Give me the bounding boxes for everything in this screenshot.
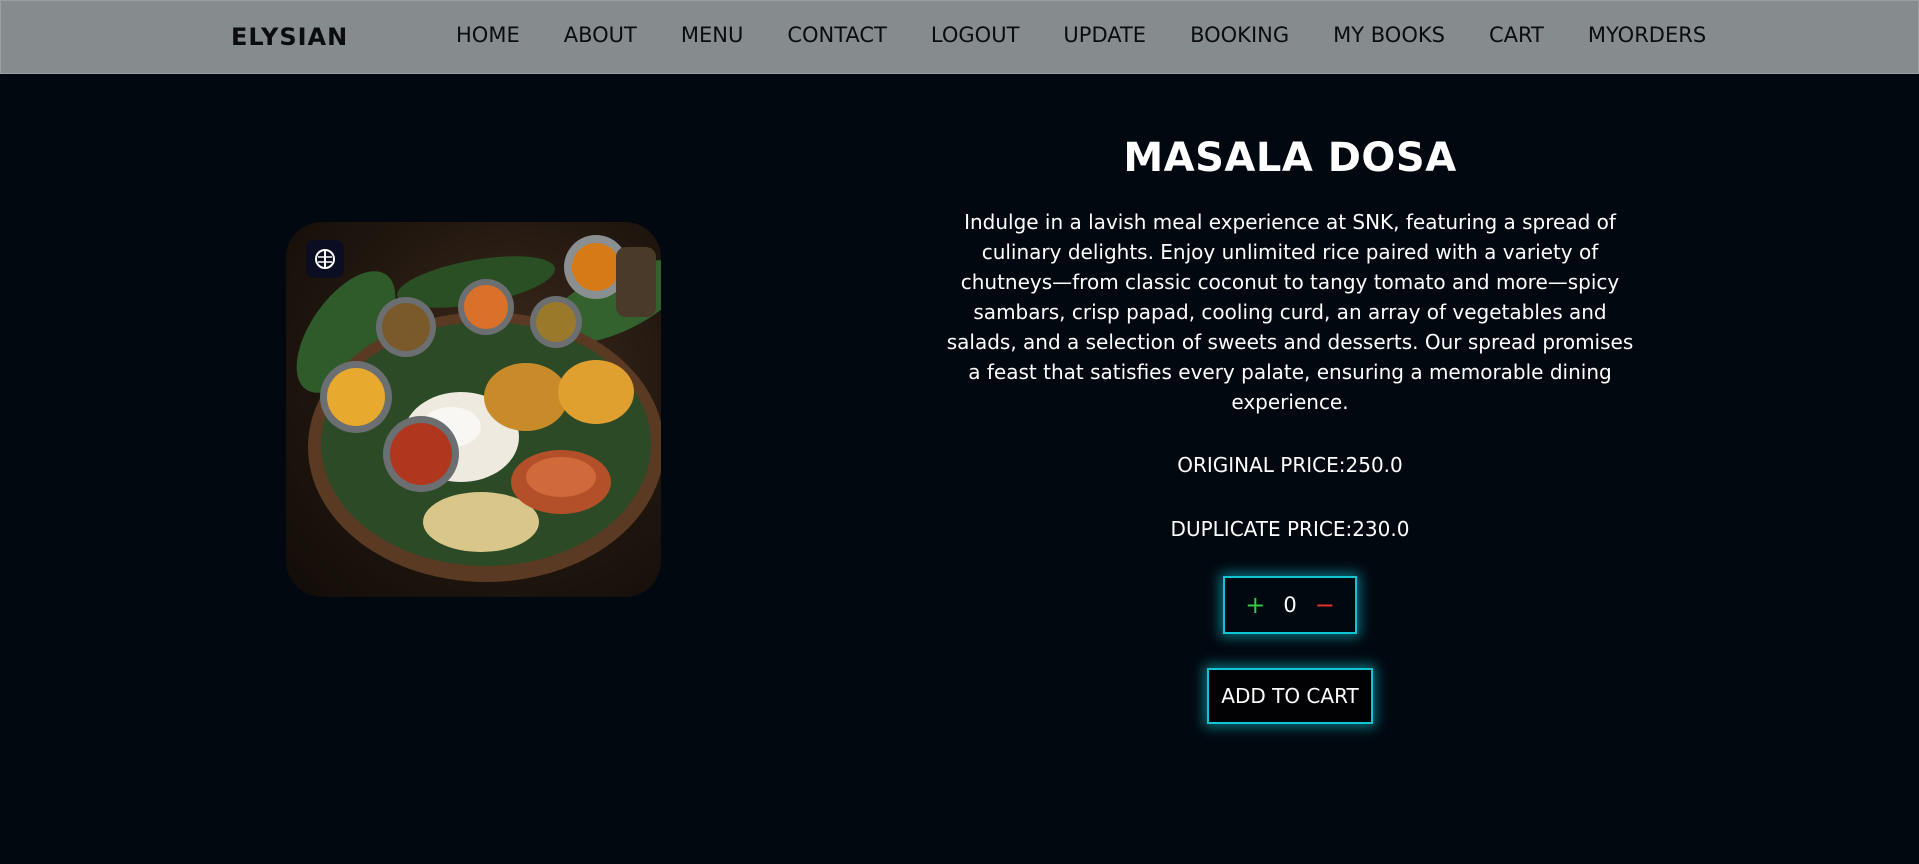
duplicate-price: DUPLICATE PRICE:230.0 <box>1170 517 1410 541</box>
nav-about[interactable]: ABOUT <box>564 23 637 47</box>
nav-myorders[interactable]: MYORDERS <box>1588 23 1706 47</box>
nav-logout[interactable]: LOGOUT <box>931 23 1019 47</box>
nav-menu[interactable]: MENU <box>681 23 743 47</box>
nav-home[interactable]: HOME <box>456 23 520 47</box>
original-price: ORIGINAL PRICE:250.0 <box>1177 453 1403 477</box>
image-badge-icon[interactable] <box>306 240 344 278</box>
product-details: MASALA DOSA Indulge in a lavish meal exp… <box>940 135 1640 724</box>
quantity-value: 0 <box>1283 593 1297 617</box>
nav-update[interactable]: UPDATE <box>1063 23 1146 47</box>
product-title: MASALA DOSA <box>1123 135 1457 181</box>
plus-icon[interactable]: + <box>1245 591 1265 619</box>
nav-booking[interactable]: BOOKING <box>1190 23 1289 47</box>
nav-contact[interactable]: CONTACT <box>787 23 887 47</box>
nav-links: HOME ABOUT MENU CONTACT LOGOUT UPDATE BO… <box>456 23 1706 47</box>
navbar: ELYSIAN HOME ABOUT MENU CONTACT LOGOUT U… <box>0 0 1919 74</box>
thali-plate-illustration <box>296 235 661 582</box>
product-image <box>286 222 661 597</box>
product-description: Indulge in a lavish meal experience at S… <box>946 210 1634 414</box>
quantity-stepper: + 0 − <box>1223 576 1357 634</box>
brand-logo[interactable]: ELYSIAN <box>231 23 348 51</box>
nav-cart[interactable]: CART <box>1489 23 1544 47</box>
minus-icon[interactable]: − <box>1315 591 1335 619</box>
add-to-cart-button[interactable]: ADD TO CART <box>1207 668 1373 724</box>
nav-my-books[interactable]: MY BOOKS <box>1333 23 1445 47</box>
brain-icon <box>315 249 335 269</box>
